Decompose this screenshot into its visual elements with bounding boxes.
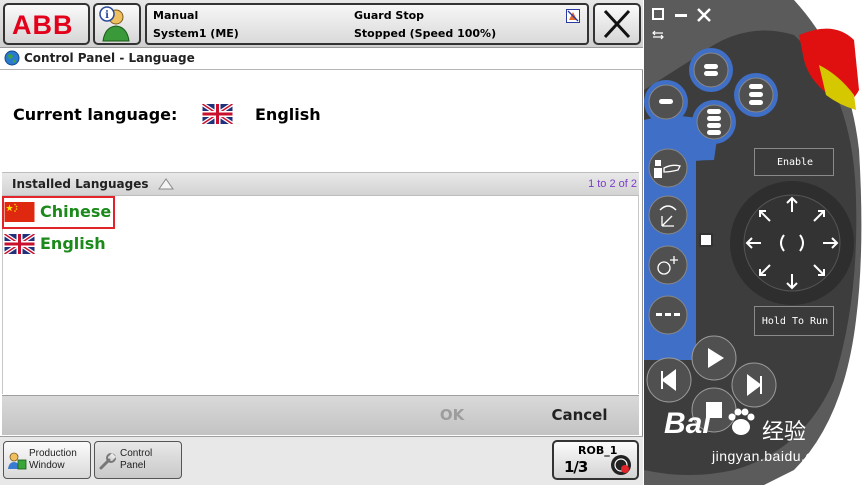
system-name: System1 (ME) — [153, 27, 239, 40]
reorient-icon[interactable] — [654, 200, 682, 230]
quickset-button[interactable]: ROB_1 1/3 — [552, 440, 639, 480]
current-language-label: Current language: — [13, 105, 178, 124]
flexpendant-screen: ABB i Manual System1 (ME) Guard Stop Sto… — [0, 0, 643, 485]
hold-to-run-button[interactable]: Hold To Run — [754, 306, 834, 336]
watermark-brand: Bai — [664, 407, 711, 440]
speed-icon — [611, 455, 631, 475]
pin-icon[interactable] — [652, 30, 664, 42]
axis-group-icon[interactable] — [704, 107, 724, 137]
restore-panel-button[interactable] — [675, 14, 687, 17]
close-icon[interactable] — [697, 8, 711, 22]
close-window-button[interactable] — [593, 3, 641, 45]
flag-uk-icon — [202, 104, 233, 124]
enable-label: Enable — [776, 157, 814, 168]
increment-fraction: 1/3 — [564, 458, 588, 476]
list-item-english[interactable]: English — [2, 229, 302, 259]
status-bar[interactable]: Manual System1 (ME) Guard Stop Stopped (… — [145, 3, 589, 45]
more-options-icon[interactable] — [656, 312, 680, 318]
tool-frame-icon[interactable] — [654, 250, 682, 280]
list-item-count: 1 to 2 of 2 — [588, 178, 637, 190]
command-bar: OK Cancel — [2, 395, 639, 435]
list-item-label: English — [40, 234, 106, 253]
program-state: Stopped (Speed 100%) — [354, 27, 497, 40]
list-header-label: Installed Languages — [12, 177, 149, 191]
close-icon — [603, 9, 631, 39]
enable-button[interactable]: Enable — [754, 148, 834, 176]
baidu-paw-icon — [728, 408, 755, 435]
abb-menu-button[interactable]: ABB — [3, 3, 90, 45]
enable-switch[interactable] — [699, 233, 713, 247]
event-log-button[interactable]: i — [93, 3, 141, 45]
abb-logo: ABB — [12, 10, 74, 40]
guard-stop-icon — [566, 9, 580, 23]
current-language-value: English — [255, 105, 321, 124]
hold-to-run-label: Hold To Run — [761, 316, 829, 327]
sort-arrow-icon[interactable] — [157, 177, 175, 191]
watermark-cn: 经验 — [762, 420, 807, 445]
robot-select-icon[interactable] — [652, 156, 682, 180]
control-panel-task[interactable]: Control Panel — [94, 441, 182, 479]
flag-uk-icon — [4, 234, 35, 254]
selection-highlight — [2, 196, 115, 229]
page-title: Control Panel - Language — [24, 51, 195, 65]
cancel-button[interactable]: Cancel — [537, 406, 622, 424]
production-window-task[interactable]: Production Window — [3, 441, 91, 479]
operator-info-icon: i — [99, 6, 130, 42]
installed-languages-header[interactable]: Installed Languages 1 to 2 of 2 — [2, 172, 639, 196]
top-bar: ABB i Manual System1 (ME) Guard Stop Sto… — [0, 0, 643, 48]
programmable-key-icon[interactable] — [656, 97, 676, 107]
minimize-panel-button[interactable] — [652, 8, 664, 20]
motion-mode-icon[interactable] — [701, 60, 721, 80]
svg-text:i: i — [105, 10, 109, 21]
virtual-flexpendant-controls: Enable Hold To Run Bai 经验 jingyan.baidu.… — [644, 0, 865, 485]
taskbar: Production Window Control Panel ROB_1 1/3 — [0, 436, 643, 485]
ok-button[interactable]: OK — [417, 406, 487, 424]
control-panel-label: Control Panel — [120, 448, 153, 471]
wrench-icon — [99, 452, 117, 470]
window-title-bar: Control Panel - Language — [0, 48, 643, 70]
watermark-url: jingyan.baidu.com — [712, 448, 834, 464]
increment-icon[interactable] — [746, 82, 766, 108]
operating-mode: Manual — [153, 9, 199, 22]
globe-icon — [4, 50, 20, 66]
production-window-label: Production Window — [29, 448, 77, 471]
production-window-icon — [8, 452, 27, 470]
guard-status: Guard Stop — [354, 9, 425, 22]
